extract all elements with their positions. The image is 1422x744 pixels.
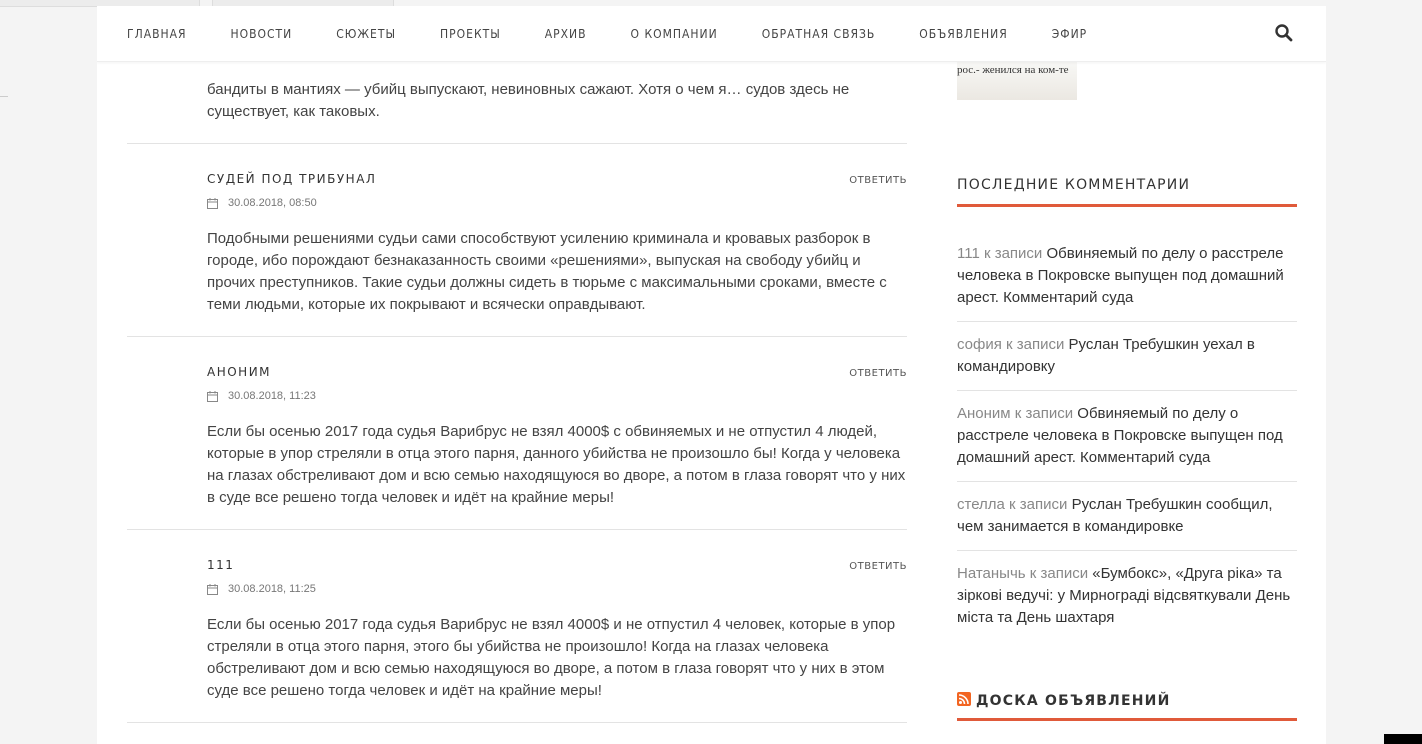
nav-item-ads[interactable]: ОБЪЯВЛЕНИЯ	[919, 27, 1007, 41]
recent-comment-item: Аноним к записи Обвиняемый по делу о рас…	[957, 403, 1297, 482]
recent-comment-item: 111 к записи Обвиняемый по делу о расстр…	[957, 243, 1297, 322]
recent-comment-item: Натанычь к записи «Бумбокс», «Друга ріка…	[957, 563, 1297, 641]
calendar-icon	[207, 583, 218, 595]
recent-comment-author: 111 к записи	[957, 245, 1043, 262]
recent-comment-author: Аноним к записи	[957, 405, 1074, 422]
article-thumbnail[interactable]: рос.- женился на ком-те	[957, 61, 1077, 100]
comment-date: 30.08.2018, 11:25	[228, 583, 316, 595]
reply-link[interactable]: ОТВЕТИТЬ	[849, 368, 907, 379]
comment-text: Подобными решениями судьи сами способств…	[207, 230, 887, 313]
comment-meta: 30.08.2018, 11:25	[207, 583, 316, 595]
nav-item-projects[interactable]: ПРОЕКТЫ	[440, 27, 501, 41]
nav-item-stories[interactable]: СЮЖЕТЫ	[336, 27, 396, 41]
comment-text: Если бы осенью 2017 года судья Варибрус …	[207, 616, 896, 699]
comment-date: 30.08.2018, 11:23	[228, 390, 316, 402]
nav-item-about[interactable]: О КОМПАНИИ	[631, 27, 718, 41]
calendar-icon	[207, 390, 218, 402]
widget-underline	[957, 204, 1297, 207]
nav-item-archive[interactable]: АРХИВ	[545, 27, 587, 41]
corner-overlay	[1384, 734, 1422, 744]
nav-item-broadcast[interactable]: ЭФИР	[1052, 27, 1087, 41]
nav-items: ГЛАВНАЯ НОВОСТИ СЮЖЕТЫ ПРОЕКТЫ АРХИВ О К…	[127, 6, 1131, 61]
calendar-icon	[207, 197, 218, 209]
thumbnail-caption: рос.- женился на ком-те	[957, 64, 1069, 76]
divider	[127, 336, 907, 337]
comment-author: 111	[207, 558, 235, 572]
recent-comment-author: стелла к записи	[957, 496, 1068, 513]
recent-comment-author: Натанычь к записи	[957, 565, 1089, 582]
comment-meta: 30.08.2018, 08:50	[207, 197, 317, 209]
divider	[127, 722, 907, 723]
recent-comments-list: 111 к записи Обвиняемый по делу о расстр…	[957, 243, 1297, 653]
recent-comments-title: ПОСЛЕДНИЕ КОММЕНТАРИИ	[957, 177, 1191, 193]
comment-author: АНОНИМ	[207, 365, 272, 379]
reply-link[interactable]: ОТВЕТИТЬ	[849, 175, 907, 186]
recent-comment-author: софия к записи	[957, 336, 1065, 353]
left-edge-panel	[0, 6, 8, 97]
rss-icon[interactable]	[957, 692, 971, 706]
comment-text: бандиты в мантиях — убийц выпускают, нев…	[207, 81, 850, 120]
nav-item-feedback[interactable]: ОБРАТНАЯ СВЯЗЬ	[762, 27, 876, 41]
divider	[127, 143, 907, 144]
ads-board-label[interactable]: ДОСКА ОБЪЯВЛЕНИЙ	[976, 693, 1171, 709]
recent-comment-item: стелла к записи Руслан Требушкин сообщил…	[957, 494, 1297, 551]
search-icon[interactable]	[1274, 23, 1294, 43]
widget-underline	[957, 718, 1297, 721]
reply-link[interactable]: ОТВЕТИТЬ	[849, 561, 907, 572]
main-navigation: ГЛАВНАЯ НОВОСТИ СЮЖЕТЫ ПРОЕКТЫ АРХИВ О К…	[97, 6, 1326, 62]
nav-item-home[interactable]: ГЛАВНАЯ	[127, 27, 187, 41]
divider	[127, 529, 907, 530]
nav-item-news[interactable]: НОВОСТИ	[231, 27, 293, 41]
comment-meta: 30.08.2018, 11:23	[207, 390, 316, 402]
comment-date: 30.08.2018, 08:50	[228, 197, 317, 209]
recent-comment-item: софия к записи Руслан Требушкин уехал в …	[957, 334, 1297, 391]
ads-board-title: ДОСКА ОБЪЯВЛЕНИЙ	[957, 692, 1171, 709]
comment-author: СУДЕЙ ПОД ТРИБУНАЛ	[207, 172, 377, 186]
comment-text: Если бы осенью 2017 года судья Варибрус …	[207, 423, 906, 506]
page: ГЛАВНАЯ НОВОСТИ СЮЖЕТЫ ПРОЕКТЫ АРХИВ О К…	[97, 6, 1326, 744]
